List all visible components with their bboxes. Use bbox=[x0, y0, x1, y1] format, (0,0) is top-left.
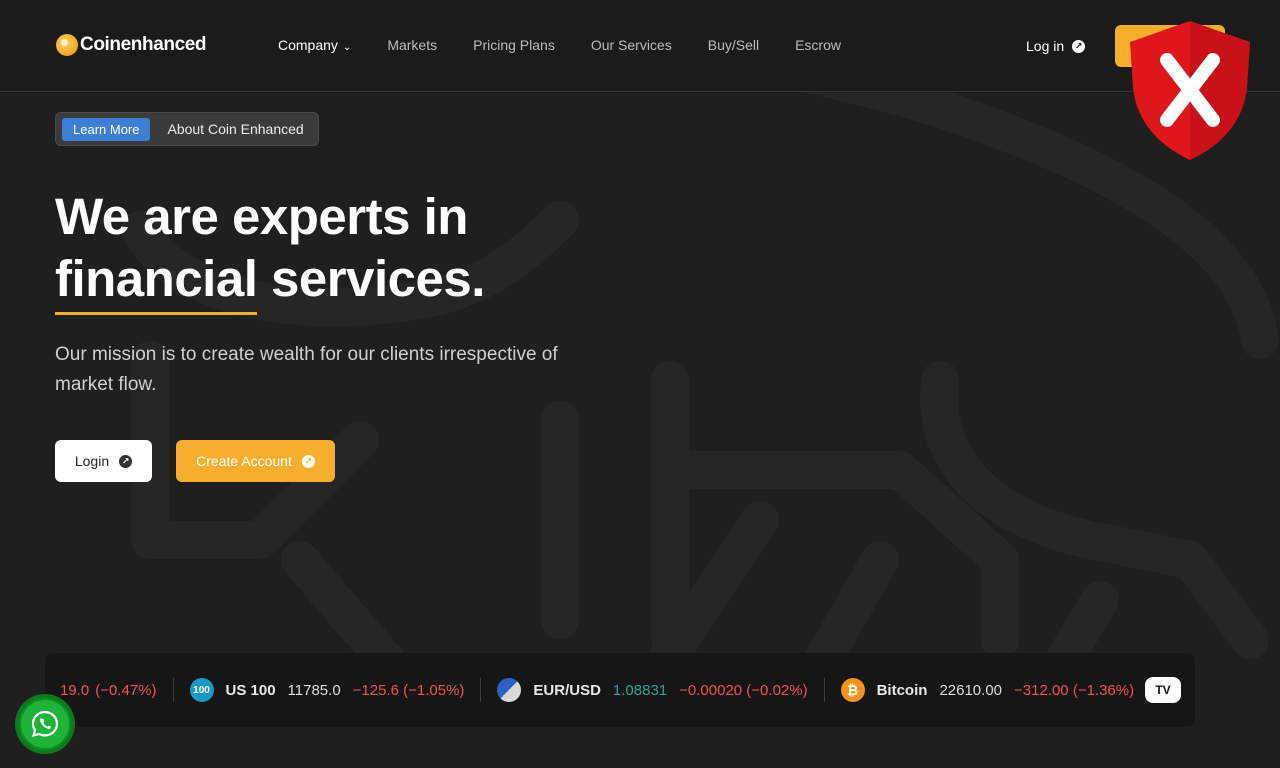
login-button[interactable]: Login ↗ bbox=[55, 440, 152, 482]
ticker-item-us100[interactable]: 100 US 100 11785.0 −125.6 (−1.05%) bbox=[189, 678, 481, 702]
ticker-name: US 100 bbox=[225, 681, 276, 699]
market-ticker: 19.0 (−0.47%) 100 US 100 11785.0 −125.6 … bbox=[45, 653, 1195, 727]
ticker-price: 1.08831 bbox=[612, 681, 668, 699]
us100-icon: 100 bbox=[189, 678, 214, 702]
hero-headline: We are experts in financial services. bbox=[55, 186, 485, 315]
coin-logo-icon bbox=[56, 34, 78, 56]
brand-name: Coinenhanced bbox=[80, 34, 207, 55]
ticker-name: EUR/USD bbox=[533, 681, 601, 699]
ticker-change: −312.00 (−1.36%) bbox=[1014, 681, 1135, 699]
header-login-label: Log in bbox=[1026, 38, 1065, 54]
nav-item-markets[interactable]: Markets bbox=[387, 37, 437, 53]
whatsapp-glyph bbox=[31, 710, 59, 737]
tradingview-logo[interactable]: TV bbox=[1145, 677, 1181, 703]
ticker-price: 11785.0 bbox=[287, 681, 341, 699]
nav-item-buy-sell[interactable]: Buy/Sell bbox=[708, 37, 759, 53]
bitcoin-icon: ₿ bbox=[840, 678, 865, 702]
headline-highlight: financial bbox=[55, 248, 258, 315]
whatsapp-button[interactable] bbox=[15, 694, 75, 754]
ticker-change: −0.00020 (−0.02%) bbox=[679, 681, 808, 699]
ticker-name: Bitcoin bbox=[876, 681, 928, 699]
chevron-down-icon: ⌄ bbox=[342, 42, 352, 53]
arrow-up-right-icon: ↗ bbox=[119, 454, 133, 468]
ticker-change: (−0.47%) bbox=[95, 681, 157, 699]
ticker-price: 19.0 bbox=[60, 681, 90, 699]
site-header: Coinenhanced Company ⌄ Markets Pricing Pl… bbox=[0, 0, 1280, 92]
header-login-link[interactable]: Log in ↗ bbox=[1026, 38, 1086, 54]
nav-item-escrow[interactable]: Escrow bbox=[795, 37, 841, 53]
nav-item-company[interactable]: Company ⌄ bbox=[278, 37, 351, 53]
shield-x-icon bbox=[1130, 21, 1250, 160]
ticker-price: 22610.00 bbox=[939, 681, 1003, 699]
ticker-divider bbox=[480, 678, 482, 702]
main-nav: Company ⌄ Markets Pricing Plans Our Servi… bbox=[278, 37, 841, 53]
nav-item-our-services[interactable]: Our Services bbox=[591, 37, 672, 53]
eur-usd-icon bbox=[497, 678, 522, 702]
learn-more-button[interactable]: Learn More bbox=[62, 117, 151, 141]
ticker-track: 19.0 (−0.47%) 100 US 100 11785.0 −125.6 … bbox=[60, 677, 1150, 703]
create-account-label: Create Account bbox=[196, 453, 292, 469]
arrow-up-right-icon: ↗ bbox=[1072, 39, 1086, 53]
headline-line-2: services. bbox=[257, 250, 485, 307]
mission-text: Our mission is to create wealth for our … bbox=[55, 344, 558, 395]
ticker-item-eur-usd[interactable]: EUR/USD 1.08831 −0.00020 (−0.02%) bbox=[497, 678, 823, 702]
ticker-divider bbox=[823, 678, 825, 702]
arrow-up-right-icon: ↗ bbox=[301, 454, 315, 468]
ticker-change: −125.6 (−1.05%) bbox=[352, 681, 465, 699]
headline-line-1: We are experts in bbox=[55, 188, 468, 245]
ticker-item-partial[interactable]: 19.0 (−0.47%) bbox=[60, 682, 173, 699]
nav-item-label: Company bbox=[278, 37, 338, 53]
brand-logo[interactable]: Coinenhanced bbox=[56, 34, 207, 56]
ticker-divider bbox=[172, 678, 174, 702]
ticker-item-bitcoin[interactable]: ₿ Bitcoin 22610.00 −312.00 (−1.36%) bbox=[840, 678, 1151, 702]
whatsapp-icon bbox=[19, 698, 71, 750]
login-button-label: Login bbox=[74, 453, 110, 469]
nav-item-pricing-plans[interactable]: Pricing Plans bbox=[473, 37, 555, 53]
about-badge: Learn More About Coin Enhanced bbox=[55, 112, 319, 146]
create-account-button[interactable]: Create Account ↗ bbox=[176, 440, 335, 482]
about-badge-text: About Coin Enhanced bbox=[167, 121, 304, 137]
